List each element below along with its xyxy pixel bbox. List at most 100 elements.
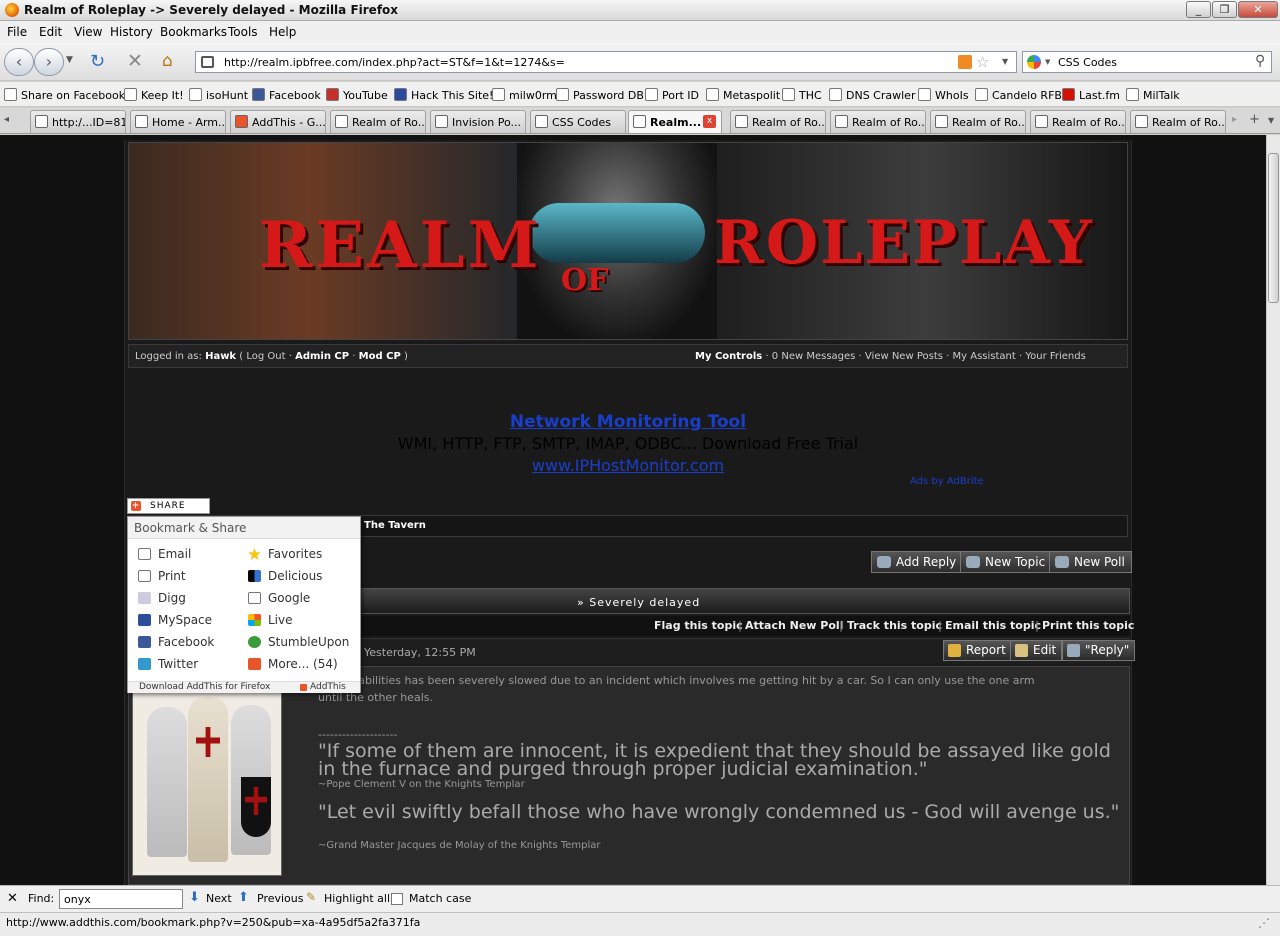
bookmark-item[interactable]: THC [782,88,822,102]
breadcrumb-tavern[interactable]: The Tavern [364,520,426,531]
bookmark-star-icon[interactable]: ☆ [976,53,989,71]
next-arrow-icon[interactable]: ⬇ [189,890,200,905]
new-topic-button[interactable]: New Topic [960,551,1053,573]
attach-poll-link[interactable]: Attach New Poll [745,619,843,632]
tab[interactable]: AddThis - G... [230,110,326,133]
share-favorites[interactable]: Favorites [248,547,322,561]
match-case-checkbox[interactable] [391,893,403,905]
tab[interactable]: Realm of Ro... [930,110,1026,133]
share-myspace[interactable]: MySpace [138,613,212,627]
bookmark-item[interactable]: Last.fm [1062,88,1120,102]
share-more[interactable]: More... (54) [248,657,338,671]
email-topic-link[interactable]: Email this topic [945,619,1041,632]
scrollbar-thumb[interactable] [1268,153,1279,303]
my-controls-link[interactable]: My Controls [695,351,762,362]
bookmark-item[interactable]: Facebook [252,88,321,102]
tab[interactable]: http:/...ID=81 [30,110,126,133]
reload-icon[interactable]: ↻ [90,51,105,72]
tab[interactable]: CSS Codes [530,110,626,133]
edit-button[interactable]: Edit [1010,640,1063,661]
stop-icon[interactable]: ✕ [127,50,143,72]
friends-link[interactable]: Your Friends [1025,351,1086,362]
bookmark-item[interactable]: YouTube [326,88,388,102]
previous-arrow-icon[interactable]: ⬆ [238,890,249,905]
find-previous-button[interactable]: Previous [257,892,304,905]
share-facebook[interactable]: Facebook [138,635,214,649]
addthis-link[interactable]: AddThis [310,682,346,692]
home-icon[interactable]: ⌂ [162,51,173,71]
bookmark-item[interactable]: WhoIs [918,88,969,102]
ad-title-link[interactable]: Network Monitoring Tool [128,412,1128,432]
menu-edit[interactable]: Edit [39,25,62,39]
add-reply-button[interactable]: Add Reply [871,551,964,573]
tab[interactable]: Realm of Ro... [730,110,826,133]
bookmark-item[interactable]: Keep It! [124,88,184,102]
tab[interactable]: Invision Po... [430,110,526,133]
back-button[interactable]: ‹ [4,48,34,76]
track-topic-link[interactable]: Track this topic [847,619,942,632]
page-scrollbar[interactable] [1266,135,1280,885]
highlight-icon[interactable]: ✎ [306,890,316,904]
history-dropdown-icon[interactable]: ▼ [66,55,73,65]
ads-by-label[interactable]: Ads by AdBrite [910,476,984,487]
share-live[interactable]: Live [248,613,293,627]
find-input[interactable]: onyx [59,889,183,909]
bookmark-item[interactable]: MilTalk [1126,88,1180,102]
new-posts-link[interactable]: View New Posts [865,351,943,362]
username[interactable]: Hawk [205,351,236,362]
resize-grip-icon[interactable]: ⋰ [1258,916,1270,930]
maximize-button[interactable]: ❐ [1212,1,1237,18]
print-topic-link[interactable]: Print this topic [1042,619,1134,632]
find-next-button[interactable]: Next [206,892,232,905]
tab[interactable]: Realm of Ro... [1130,110,1226,133]
bookmark-item[interactable]: Hack This Site! [394,88,493,102]
menu-help[interactable]: Help [269,25,296,39]
new-poll-button[interactable]: New Poll [1049,551,1132,573]
menu-view[interactable]: View [74,25,102,39]
highlight-all-button[interactable]: Highlight all [324,892,390,905]
url-dropdown-icon[interactable]: ▼ [1002,57,1008,66]
tab-scroll-right-icon[interactable]: ▸ [1232,114,1237,125]
ad-url-link[interactable]: www.IPHostMonitor.com [128,456,1128,475]
share-digg[interactable]: Digg [138,591,186,605]
tab-scroll-left-icon[interactable]: ◂ [4,114,9,125]
messages-link[interactable]: 0 New Messages [772,351,856,362]
rss-icon[interactable] [958,55,972,69]
flag-topic-link[interactable]: Flag this topic [654,619,743,632]
assistant-link[interactable]: My Assistant [953,351,1016,362]
match-case-label[interactable]: Match case [409,892,471,905]
tab[interactable]: Home - Arm... [130,110,226,133]
bookmark-item[interactable]: Port ID [645,88,699,102]
download-addthis-link[interactable]: Download AddThis for Firefox [139,682,270,692]
bookmark-item[interactable]: Metaspolit [706,88,780,102]
search-field[interactable]: ▼ CSS Codes ⚲ [1022,51,1272,73]
menu-tools[interactable]: Tools [228,25,258,39]
share-button[interactable]: + SHARE [127,498,210,514]
search-icon[interactable]: ⚲ [1255,53,1265,69]
bookmark-item[interactable]: isoHunt [189,88,248,102]
tab[interactable]: Realm of Ro... [330,110,426,133]
engine-dropdown-icon[interactable]: ▼ [1045,58,1050,66]
tab[interactable]: Realm of Ro... [1030,110,1126,133]
menu-bookmarks[interactable]: Bookmarks [160,25,227,39]
minimize-button[interactable]: _ [1186,1,1211,18]
tab-list-icon[interactable]: ▼ [1268,116,1274,125]
share-twitter[interactable]: Twitter [138,657,198,671]
google-icon[interactable] [1027,55,1041,69]
forward-button[interactable]: › [34,48,64,76]
quote-reply-button[interactable]: "Reply" [1062,640,1136,661]
bookmark-item[interactable]: Candelo RFB [975,88,1062,102]
share-stumbleupon[interactable]: StumbleUpon [248,635,349,649]
bookmark-item[interactable]: Password DB [556,88,644,102]
new-tab-icon[interactable]: + [1249,112,1260,127]
mod-cp-link[interactable]: Mod CP [359,351,401,362]
bookmark-item[interactable]: milw0rm [492,88,557,102]
close-window-button[interactable]: ✕ [1238,1,1278,18]
bookmark-item[interactable]: Share on Facebook [4,88,125,102]
share-google[interactable]: Google [248,591,310,605]
url-field[interactable]: http://realm.ipbfree.com/index.php?act=S… [195,51,1017,73]
bookmark-item[interactable]: DNS Crawler [829,88,915,102]
tab-close-icon[interactable]: x [703,115,716,128]
admin-cp-link[interactable]: Admin CP [295,351,349,362]
logout-link[interactable]: Log Out [246,351,285,362]
